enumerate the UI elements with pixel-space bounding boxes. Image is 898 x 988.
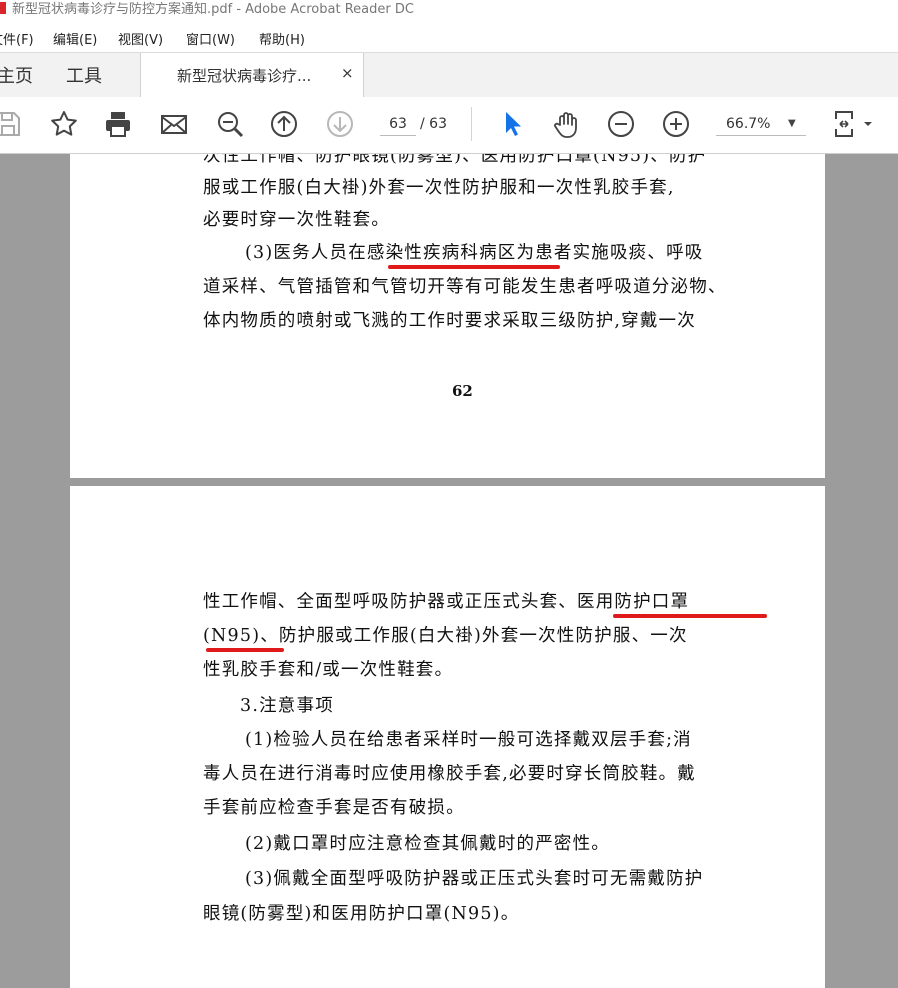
menu-help[interactable]: 帮助(H) <box>259 29 305 48</box>
pdf-page-63: 性工作帽、全面型呼吸防护器或正压式头套、医用防护口罩 (N95)、防护服或工作服… <box>70 486 825 988</box>
page-number-label: 62 <box>452 382 473 400</box>
save-button[interactable] <box>0 109 24 139</box>
red-underline-annotation[interactable] <box>388 265 560 269</box>
page62-line: 体内物质的喷射或飞溅的工作时要求采取三级防护,穿戴一次 <box>203 311 696 331</box>
page63-line: (2)戴口罩时应注意检查其佩戴时的严密性。 <box>245 834 610 854</box>
arrow-down-circle-icon <box>327 111 353 137</box>
star-icon <box>51 111 77 136</box>
select-tool-button[interactable] <box>496 109 528 139</box>
page63-line: 性乳胶手套和/或一次性鞋套。 <box>203 660 454 680</box>
page63-line: (N95)、防护服或工作服(白大褂)外套一次性防护服、一次 <box>203 626 688 646</box>
window-title-bar: 新型冠状病毒诊疗与防控方案通知.pdf - Adobe Acrobat Read… <box>0 0 898 22</box>
page63-line: 性工作帽、全面型呼吸防护器或正压式头套、医用防护口罩 <box>203 592 690 612</box>
page62-line: (3)医务人员在感染性疾病科病区为患者实施吸痰、呼吸 <box>245 243 704 263</box>
save-icon <box>0 112 20 136</box>
minus-circle-icon <box>608 111 634 137</box>
toolbar-divider <box>471 107 472 141</box>
close-tab-icon[interactable]: × <box>341 64 354 82</box>
menu-file[interactable]: 文件(F) <box>0 29 34 48</box>
window-title: 新型冠状病毒诊疗与防控方案通知.pdf - Adobe Acrobat Read… <box>12 2 414 17</box>
zoom-out-search-button[interactable] <box>214 109 246 139</box>
menu-bar: 文件(F) 编辑(E) 视图(V) 窗口(W) 帮助(H) <box>0 22 898 52</box>
email-button[interactable] <box>158 109 190 139</box>
menu-edit[interactable]: 编辑(E) <box>53 29 97 48</box>
printer-icon <box>106 112 130 137</box>
cursor-arrow-icon <box>506 112 521 136</box>
toolbar: 63 / 63 66.7% ▼ <box>0 97 898 154</box>
page63-line: 毒人员在进行消毒时应使用橡胶手套,必要时穿长筒胶鞋。戴 <box>203 764 696 784</box>
fit-page-icon <box>835 111 872 137</box>
zoom-out-button[interactable] <box>605 109 637 139</box>
tab-document[interactable]: 新型冠状病毒诊疗... × <box>140 53 364 99</box>
zoom-level-select[interactable]: 66.7% ▼ <box>716 113 806 136</box>
magnifier-minus-icon <box>218 112 244 138</box>
page-total: / 63 <box>420 116 447 132</box>
red-underline-annotation[interactable] <box>613 614 767 618</box>
envelope-icon <box>161 115 187 134</box>
print-button[interactable] <box>102 109 134 139</box>
zoom-level-value: 66.7% <box>726 116 771 132</box>
red-underline-annotation[interactable] <box>206 648 284 652</box>
chevron-down-icon: ▼ <box>788 118 796 129</box>
bookmark-button[interactable] <box>48 109 80 139</box>
page63-line: 眼镜(防雾型)和医用防护口罩(N95)。 <box>203 904 520 924</box>
menu-window[interactable]: 窗口(W) <box>186 29 235 48</box>
zoom-in-button[interactable] <box>660 109 692 139</box>
page62-line: 次性工作帽、防护眼镜(防雾型)、医用防护口罩(N95)、防护 <box>203 154 707 166</box>
hand-tool-button[interactable] <box>551 109 583 139</box>
previous-page-button[interactable] <box>268 109 300 139</box>
tab-tools[interactable]: 工具 <box>66 62 102 88</box>
tab-bar: 主页 工具 新型冠状病毒诊疗... × <box>0 52 898 99</box>
document-tab-label: 新型冠状病毒诊疗... <box>177 67 312 85</box>
document-viewer[interactable]: 次性工作帽、防护眼镜(防雾型)、医用防护口罩(N95)、防护 服或工作服(白大褂… <box>0 154 898 988</box>
fit-page-button[interactable] <box>832 109 876 139</box>
menu-view[interactable]: 视图(V) <box>118 29 163 48</box>
page62-line: 道采样、气管插管和气管切开等有可能发生患者呼吸道分泌物、 <box>203 277 727 297</box>
plus-circle-icon <box>663 111 689 137</box>
next-page-button[interactable] <box>324 109 356 139</box>
page63-line: 手套前应检查手套是否有破损。 <box>203 798 465 818</box>
page63-line: (3)佩戴全面型呼吸防护器或正压式头套时可无需戴防护 <box>245 869 704 889</box>
arrow-up-circle-icon <box>271 111 297 137</box>
hand-icon <box>554 112 577 138</box>
pdf-page-62: 次性工作帽、防护眼镜(防雾型)、医用防护口罩(N95)、防护 服或工作服(白大褂… <box>70 154 825 478</box>
page63-heading: 3.注意事项 <box>240 696 334 716</box>
pdf-app-icon <box>0 2 6 14</box>
page63-line: (1)检验人员在给患者采样时一般可选择戴双层手套;消 <box>245 730 692 750</box>
tab-home[interactable]: 主页 <box>0 62 33 88</box>
page62-line: 服或工作服(白大褂)外套一次性防护服和一次性乳胶手套, <box>203 178 675 198</box>
page62-line: 必要时穿一次性鞋套。 <box>203 210 390 230</box>
page-number-input[interactable]: 63 <box>380 113 416 136</box>
